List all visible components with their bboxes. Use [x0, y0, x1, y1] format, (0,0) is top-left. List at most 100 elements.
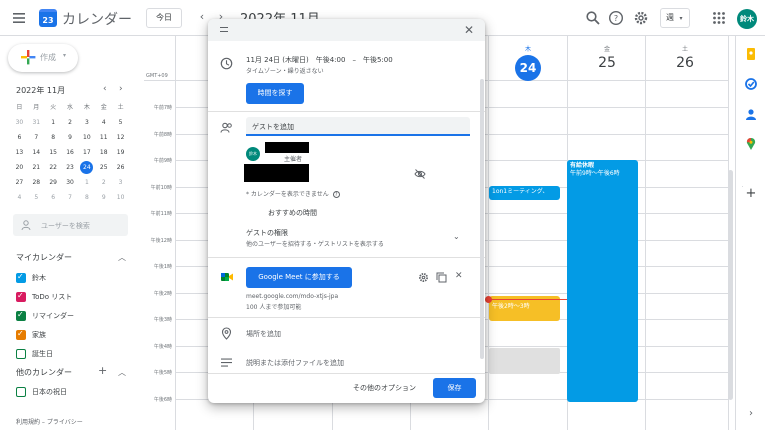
mini-day[interactable]: 5 — [28, 190, 45, 205]
calendar-checkbox[interactable]: ✓ — [16, 310, 26, 321]
help-icon[interactable]: ? — [332, 191, 340, 198]
add-guest-input[interactable]: ゲストを追加 — [246, 117, 470, 136]
mini-day[interactable]: 4 — [11, 190, 28, 205]
keep-icon[interactable] — [745, 48, 757, 60]
mini-day[interactable]: 9 — [95, 190, 112, 205]
calendar-checkbox[interactable]: ✓ — [16, 291, 26, 302]
apps-grid-icon[interactable] — [711, 10, 727, 26]
calendar-checkbox[interactable]: ✓ — [16, 272, 26, 283]
close-icon[interactable]: ✕ — [464, 23, 474, 37]
footer-links[interactable]: 利用規約 – プライバシー — [16, 417, 83, 426]
search-icon[interactable] — [585, 10, 601, 26]
event-datetime[interactable]: 11月 24日 (木曜日) 午後4:00 – 午後5:00 — [246, 55, 393, 65]
mini-day[interactable]: 21 — [28, 160, 45, 175]
day-header[interactable]: 金 25 — [568, 44, 646, 71]
add-location-field[interactable]: 場所を追加 — [246, 329, 281, 339]
event-1on1[interactable]: 1on1ミーティング、 — [489, 186, 560, 200]
mini-day[interactable]: 3 — [78, 115, 95, 130]
mini-day[interactable]: 23 — [62, 160, 79, 175]
mini-prev-month-icon[interactable]: ‹ — [103, 84, 107, 94]
dialog-scrollbar[interactable] — [480, 79, 484, 359]
mini-day[interactable]: 8 — [45, 130, 62, 145]
mini-day[interactable]: 25 — [95, 160, 112, 175]
mini-day[interactable]: 10 — [78, 130, 95, 145]
view-select[interactable]: 週 ▾ — [660, 8, 690, 28]
drag-handle-icon[interactable] — [220, 27, 228, 32]
mini-next-month-icon[interactable]: › — [119, 84, 123, 94]
dialog-header[interactable]: ✕ — [208, 19, 485, 41]
guest-permissions-title[interactable]: ゲストの権限 — [246, 228, 288, 238]
mini-day[interactable]: 2 — [95, 175, 112, 190]
tasks-icon[interactable] — [745, 78, 757, 90]
calendar-checkbox[interactable] — [16, 387, 26, 397]
mini-day[interactable]: 11 — [95, 130, 112, 145]
mini-day[interactable]: 31 — [28, 115, 45, 130]
add-other-calendar-icon[interactable]: + — [98, 364, 107, 377]
join-google-meet-button[interactable]: Google Meet に参加する — [246, 267, 352, 288]
calendar-logo-icon[interactable]: 23 — [39, 9, 57, 27]
find-time-button[interactable]: 時間を探す — [246, 83, 304, 104]
mini-day[interactable]: 13 — [11, 145, 28, 160]
more-options-button[interactable]: その他のオプション — [353, 383, 416, 393]
calendar-checkbox[interactable]: ✓ — [16, 329, 26, 340]
hidden-eye-icon[interactable] — [414, 169, 426, 179]
mini-day[interactable]: 10 — [112, 190, 129, 205]
mini-day[interactable]: 26 — [112, 160, 129, 175]
remove-meet-close-icon[interactable]: ✕ — [455, 271, 463, 281]
mini-day[interactable]: 12 — [112, 130, 129, 145]
main-menu-icon[interactable] — [12, 11, 26, 25]
create-button[interactable]: 作成 ▾ — [8, 44, 78, 72]
contacts-icon[interactable] — [745, 108, 757, 120]
mini-day[interactable]: 1 — [78, 175, 95, 190]
mini-day[interactable]: 28 — [28, 175, 45, 190]
mini-day[interactable]: 6 — [11, 130, 28, 145]
calendar-checkbox[interactable] — [16, 349, 26, 359]
grid-scrollbar[interactable] — [728, 170, 733, 400]
timezone-repeat[interactable]: タイムゾーン・繰り返さない — [246, 66, 324, 75]
maps-icon[interactable] — [745, 138, 757, 150]
mini-day[interactable]: 19 — [112, 145, 129, 160]
mini-day[interactable]: 14 — [28, 145, 45, 160]
other-calendars-title[interactable]: 他のカレンダー — [16, 367, 72, 378]
help-icon[interactable]: ? — [608, 10, 624, 26]
mini-day[interactable]: 3 — [112, 175, 129, 190]
chevron-down-icon[interactable]: ⌄ — [453, 232, 460, 241]
mini-day[interactable]: 30 — [62, 175, 79, 190]
mini-day[interactable]: 8 — [78, 190, 95, 205]
day-header[interactable]: 土 26 — [646, 44, 724, 71]
mini-day[interactable]: 1 — [45, 115, 62, 130]
meet-url[interactable]: meet.google.com/mdo-xtjs-jpa — [246, 293, 338, 300]
mini-day[interactable]: 15 — [45, 145, 62, 160]
user-search-input[interactable]: ユーザーを検索 — [13, 214, 128, 236]
suggested-times-link[interactable]: おすすめの時間 — [268, 208, 317, 218]
event-paid-leave[interactable]: 有給休暇 午前9時～午後6時 — [567, 160, 638, 402]
mini-day[interactable]: 22 — [45, 160, 62, 175]
day-header[interactable]: 木 24 — [489, 44, 567, 81]
save-button[interactable]: 保存 — [433, 378, 476, 398]
mini-day[interactable]: 7 — [28, 130, 45, 145]
mini-day[interactable]: 6 — [45, 190, 62, 205]
mini-day[interactable]: 30 — [11, 115, 28, 130]
account-avatar[interactable]: 鈴木 — [737, 9, 757, 29]
mini-day[interactable]: 7 — [62, 190, 79, 205]
mini-day[interactable]: 27 — [11, 175, 28, 190]
mini-day[interactable]: 29 — [45, 175, 62, 190]
mini-day[interactable]: 2 — [62, 115, 79, 130]
meet-settings-gear-icon[interactable] — [418, 272, 429, 283]
mini-day[interactable]: 18 — [95, 145, 112, 160]
copy-icon[interactable] — [436, 272, 447, 283]
today-button[interactable]: 今日 — [146, 8, 182, 28]
mini-day[interactable]: 4 — [95, 115, 112, 130]
previous-week-icon[interactable]: ‹ — [196, 11, 208, 23]
expand-panel-icon[interactable]: › — [745, 408, 757, 420]
chevron-up-icon[interactable]: ︿ — [118, 252, 126, 263]
mini-day[interactable]: 9 — [62, 130, 79, 145]
my-calendars-title[interactable]: マイカレンダー — [16, 252, 72, 263]
mini-day[interactable]: 20 — [11, 160, 28, 175]
mini-day[interactable]: 17 — [78, 145, 95, 160]
mini-day[interactable]: 16 — [62, 145, 79, 160]
add-description-field[interactable]: 説明または添付ファイルを追加 — [246, 358, 344, 368]
chevron-up-icon[interactable]: ︿ — [118, 367, 126, 378]
mini-day[interactable]: 5 — [112, 115, 129, 130]
mini-day[interactable]: 24 — [78, 160, 95, 175]
